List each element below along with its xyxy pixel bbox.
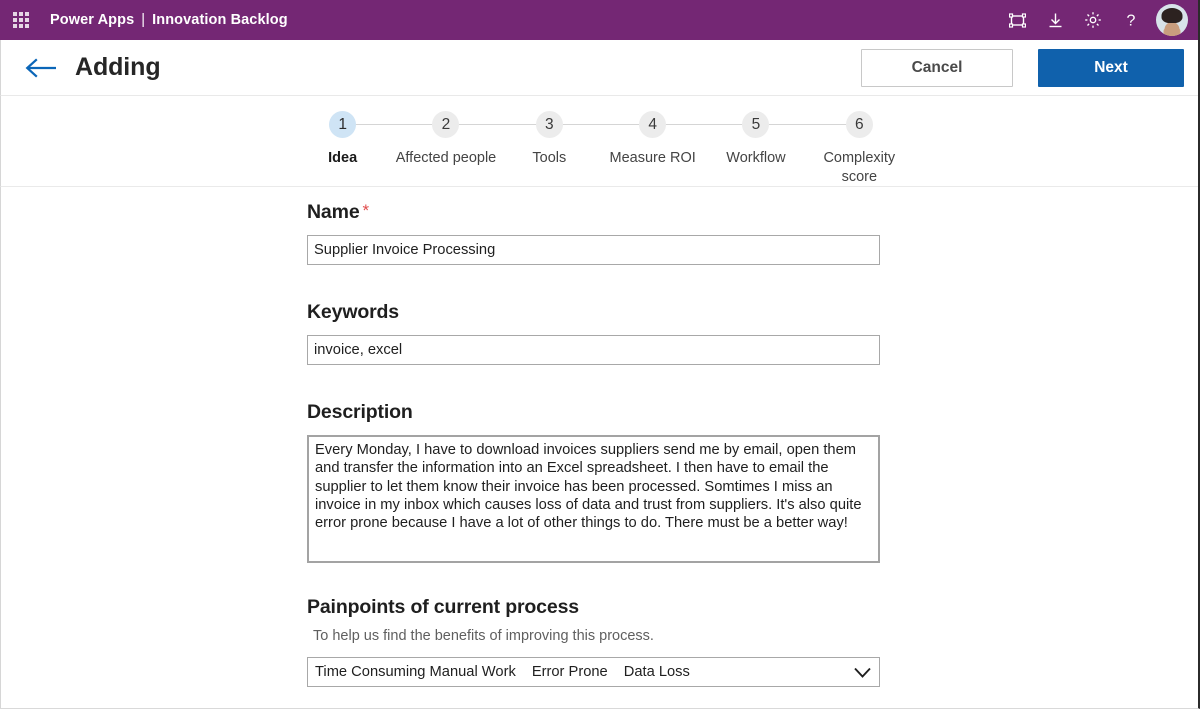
page-title: Adding [75,53,160,82]
step-label-2: Affected people [396,149,497,168]
product-name[interactable]: Power Apps [50,12,134,28]
app-name[interactable]: Innovation Backlog [152,12,288,28]
name-input[interactable] [307,235,880,265]
stepper-step-1[interactable]: 1 Idea [291,111,394,187]
field-description: Description Every Monday, I have to down… [307,401,880,563]
field-painpoints: Painpoints of current process To help us… [307,596,880,687]
waffle-grid-icon[interactable] [6,5,36,35]
brand-separator: | [141,12,145,28]
suite-brand: Power Apps | Innovation Backlog [50,12,288,28]
suite-bar: Power Apps | Innovation Backlog [0,0,1198,40]
painpoint-tag-3: Data Loss [624,664,690,680]
avatar-face [1165,22,1180,36]
field-keywords: Keywords [307,301,880,365]
back-button[interactable] [21,48,61,88]
step-number-3[interactable]: 3 [536,111,563,138]
avatar[interactable] [1156,4,1188,36]
required-asterisk: * [363,201,369,220]
help-icon[interactable]: ? [1112,1,1150,39]
step-number-2[interactable]: 2 [432,111,459,138]
name-label-text: Name [307,201,360,223]
form-body: Name* Keywords Description Every Monday,… [0,187,1198,709]
keywords-input[interactable] [307,335,880,365]
step-number-6[interactable]: 6 [846,111,873,138]
step-label-4: Measure ROI [610,149,696,168]
step-label-5: Workflow [726,149,785,168]
next-button[interactable]: Next [1038,49,1184,87]
gear-icon[interactable] [1074,1,1112,39]
painpoints-help-text: To help us find the benefits of improvin… [313,628,880,644]
step-number-4[interactable]: 4 [639,111,666,138]
step-label-1: Idea [328,149,357,168]
painpoints-selected-values: Time Consuming Manual Work Error Prone D… [315,664,851,680]
stepper-step-6[interactable]: 6 Complexity score [808,111,911,187]
painpoints-label: Painpoints of current process [307,596,880,619]
chevron-down-icon[interactable] [851,661,873,683]
step-number-5[interactable]: 5 [742,111,769,138]
description-label: Description [307,401,880,424]
stepper-step-5[interactable]: 5 Workflow [704,111,807,187]
download-icon[interactable] [1036,1,1074,39]
cancel-button[interactable]: Cancel [861,49,1013,87]
page-header: Adding Cancel Next [0,40,1198,96]
stepper-step-3[interactable]: 3 Tools [498,111,601,187]
idea-form: Name* Keywords Description Every Monday,… [307,187,880,687]
waffle-dots [13,12,29,28]
app-window: Power Apps | Innovation Backlog [0,0,1200,709]
resize-frame-icon[interactable] [998,1,1036,39]
painpoint-tag-1: Time Consuming Manual Work [315,664,516,680]
name-label: Name* [307,201,880,224]
description-textarea[interactable]: Every Monday, I have to download invoice… [307,435,880,563]
keywords-label: Keywords [307,301,880,324]
step-label-3: Tools [532,149,566,168]
stepper-step-4[interactable]: 4 Measure ROI [601,111,704,187]
stepper-step-2[interactable]: 2 Affected people [394,111,497,187]
field-name: Name* [307,201,880,265]
suite-actions: ? [998,1,1188,39]
avatar-hair [1162,8,1183,23]
arrow-left-icon [24,57,58,79]
step-label-6: Complexity score [808,149,911,187]
stepper-track: 1 Idea 2 Affected people 3 Tools 4 Measu… [291,111,911,187]
wizard-stepper: 1 Idea 2 Affected people 3 Tools 4 Measu… [0,96,1198,187]
svg-text:?: ? [1127,13,1136,30]
painpoints-dropdown[interactable]: Time Consuming Manual Work Error Prone D… [307,657,880,687]
step-number-1[interactable]: 1 [329,111,356,138]
painpoint-tag-2: Error Prone [532,664,608,680]
